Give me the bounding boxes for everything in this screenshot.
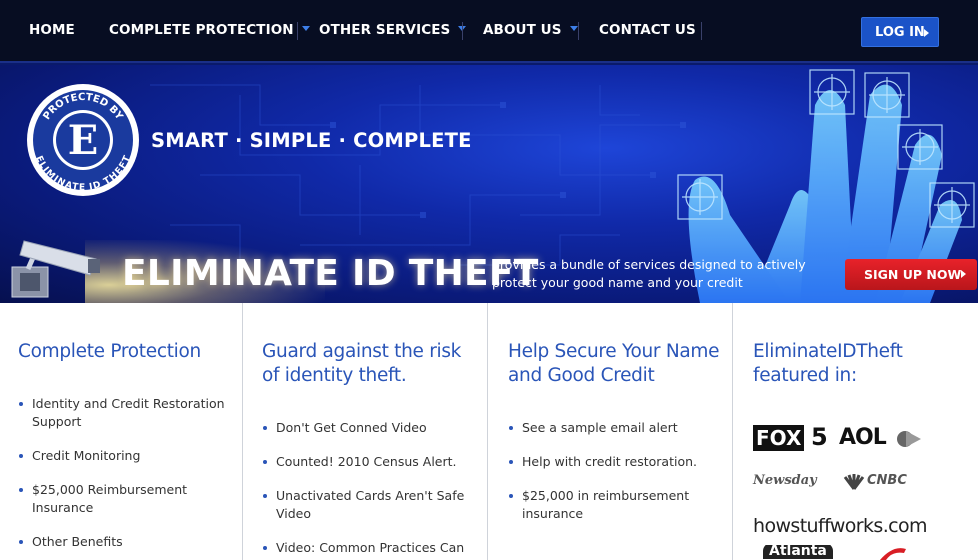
list-item[interactable]: See a sample email alert <box>508 419 718 437</box>
list-item[interactable]: Identity and Credit Restoration Support <box>18 395 228 431</box>
nav-home-label: HOME <box>29 22 75 38</box>
nav-about-us[interactable]: ABOUT US <box>483 22 578 38</box>
nav-divider <box>297 22 298 40</box>
aol-triangle-icon <box>897 431 921 447</box>
hero-title: ELIMINATE ID THEFT <box>122 253 539 294</box>
hero-tagline: SMART · SIMPLE · COMPLETE <box>151 129 472 152</box>
list-item[interactable]: Credit Monitoring <box>18 447 228 465</box>
nav-other-services[interactable]: OTHER SERVICES <box>319 22 467 38</box>
feature-columns: Complete Protection Identity and Credit … <box>0 303 978 560</box>
column-heading: Complete Protection <box>18 341 201 362</box>
list-item[interactable]: Counted! 2010 Census Alert. <box>262 453 472 471</box>
howstuffworks-logo: howstuffworks.com <box>753 515 928 537</box>
list-item[interactable]: Other Benefits <box>18 533 228 551</box>
protected-badge-logo: E PROTECTED BY ELIMINATE ID THEFT <box>27 84 139 196</box>
column-secure: Help Secure Your Name and Good Credit Se… <box>488 303 733 560</box>
sign-up-button[interactable]: SIGN UP NOW <box>845 259 977 290</box>
caret-down-icon <box>569 26 578 31</box>
column-list: Identity and Credit Restoration Support … <box>18 395 228 560</box>
hero-banner: E PROTECTED BY ELIMINATE ID THEFT SMART … <box>0 65 978 303</box>
security-camera-icon <box>11 240 100 298</box>
red-swoosh-logo <box>880 548 906 560</box>
nav-divider <box>701 22 702 40</box>
nav-contact-us-label: CONTACT US <box>599 22 696 38</box>
column-heading: Help Secure Your Name and Good Credit <box>508 341 720 386</box>
column-guard: Guard against the risk of identity theft… <box>243 303 488 560</box>
nav-contact-us[interactable]: CONTACT US <box>599 22 696 38</box>
column-list: Don't Get Conned Video Counted! 2010 Cen… <box>262 419 472 560</box>
list-item[interactable]: Help with credit restoration. <box>508 453 718 471</box>
peacock-icon <box>843 474 865 490</box>
list-item[interactable]: Unactivated Cards Aren't Safe Video <box>262 487 472 523</box>
list-item[interactable]: Don't Get Conned Video <box>262 419 472 437</box>
nav-complete-protection[interactable]: COMPLETE PROTECTION <box>109 22 310 38</box>
arrow-right-icon <box>924 29 929 37</box>
arrow-right-icon <box>961 270 966 278</box>
column-list: See a sample email alert Help with credi… <box>508 419 718 539</box>
fox5-aol-logo: FOX 5 AOL <box>753 423 923 453</box>
list-item[interactable]: Video: Common Practices Can <box>262 539 472 557</box>
column-featured-in: EliminateIDTheft featured in: FOX 5 AOL … <box>733 303 978 560</box>
login-button[interactable]: LOG IN <box>861 17 939 47</box>
caret-down-icon <box>301 26 310 31</box>
nav-complete-protection-label: COMPLETE PROTECTION <box>109 22 294 38</box>
hero-description: provides a bundle of services designed t… <box>492 257 806 290</box>
list-item[interactable]: $25,000 in reimbursement insurance <box>508 487 718 523</box>
list-item[interactable]: $25,000 Reimbursement Insurance <box>18 481 228 517</box>
login-label: LOG IN <box>875 25 925 40</box>
nav-divider <box>462 22 463 40</box>
top-nav: HOME COMPLETE PROTECTION OTHER SERVICES … <box>0 0 978 63</box>
atlanta-logo: Atlanta <box>759 545 849 560</box>
nav-other-services-label: OTHER SERVICES <box>319 22 451 38</box>
svg-text:E: E <box>68 117 99 164</box>
newsday-cnbc-logo: Newsday CNBC <box>753 473 907 490</box>
column-complete-protection: Complete Protection Identity and Credit … <box>0 303 243 560</box>
column-heading: Guard against the risk of identity theft… <box>262 341 462 386</box>
sign-up-label: SIGN UP NOW <box>864 267 962 282</box>
column-heading: EliminateIDTheft featured in: <box>753 341 903 386</box>
nav-divider <box>578 22 579 40</box>
nav-about-us-label: ABOUT US <box>483 22 562 38</box>
nav-home[interactable]: HOME <box>29 22 75 38</box>
